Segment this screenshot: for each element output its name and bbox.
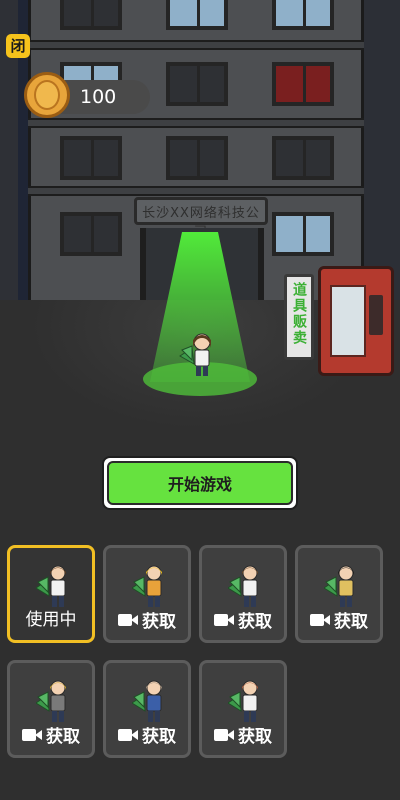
window [60, 212, 122, 256]
get-label: 获取 [238, 727, 272, 747]
window [272, 62, 334, 106]
vending-machine[interactable] [318, 266, 394, 376]
money-fan-icon [179, 345, 195, 365]
character-card[interactable]: 获取 [103, 545, 191, 643]
character-card[interactable]: 获取 [103, 660, 191, 758]
watch-ad-get-button[interactable]: 获取 [10, 722, 92, 747]
character-portrait [228, 680, 258, 722]
floor-divider [28, 186, 364, 196]
vending-sign-label: 道具贩卖 [291, 282, 307, 346]
character-card[interactable]: 使用中 [7, 545, 95, 643]
character-portrait [132, 565, 162, 607]
watch-ad-get-button[interactable]: 获取 [106, 607, 188, 632]
character-card[interactable]: 获取 [199, 660, 287, 758]
character-card[interactable]: 获取 [7, 660, 95, 758]
get-label: 获取 [142, 612, 176, 632]
watch-ad-get-button[interactable]: 获取 [106, 722, 188, 747]
start-game-label: 开始游戏 [107, 461, 293, 505]
in-use-label: 使用中 [25, 610, 77, 630]
window [272, 136, 334, 180]
get-label: 获取 [238, 612, 272, 632]
floor-divider [28, 118, 364, 128]
vending-window [330, 285, 366, 357]
character-card[interactable]: 获取 [295, 545, 383, 643]
window [166, 62, 228, 106]
character-portrait [132, 680, 162, 722]
watch-ad-get-button[interactable]: 获取 [202, 722, 284, 747]
window [272, 0, 334, 30]
get-label: 获取 [46, 727, 80, 747]
vending-sign[interactable]: 道具贩卖 [284, 274, 314, 360]
video-camera-icon [118, 613, 138, 627]
video-camera-icon [214, 613, 234, 627]
vending-coin-panel [369, 295, 383, 335]
floor-divider [28, 40, 364, 50]
character-portrait [36, 680, 66, 722]
video-camera-icon [310, 613, 330, 627]
window [60, 136, 122, 180]
pause-button[interactable]: 闭 [6, 34, 30, 58]
video-camera-icon [118, 728, 138, 742]
start-game-button[interactable]: 开始游戏 [102, 456, 298, 510]
window [166, 136, 228, 180]
video-camera-icon [22, 728, 42, 742]
character-portrait [324, 565, 354, 607]
get-label: 获取 [334, 612, 368, 632]
window [272, 212, 334, 256]
character-card[interactable]: 获取 [199, 545, 287, 643]
coin-face [34, 80, 60, 110]
watch-ad-get-button[interactable]: 获取 [202, 607, 284, 632]
player-character [179, 333, 211, 376]
window [166, 0, 228, 30]
character-portrait [36, 565, 66, 607]
coin-icon [24, 72, 70, 118]
watch-ad-get-button[interactable]: 获取 [298, 607, 380, 632]
get-label: 获取 [142, 727, 176, 747]
company-sign: 长沙XX网络科技公司 [134, 197, 268, 240]
video-camera-icon [214, 728, 234, 742]
coin-amount: 100 [80, 86, 117, 108]
window [60, 0, 122, 30]
character-portrait [228, 565, 258, 607]
